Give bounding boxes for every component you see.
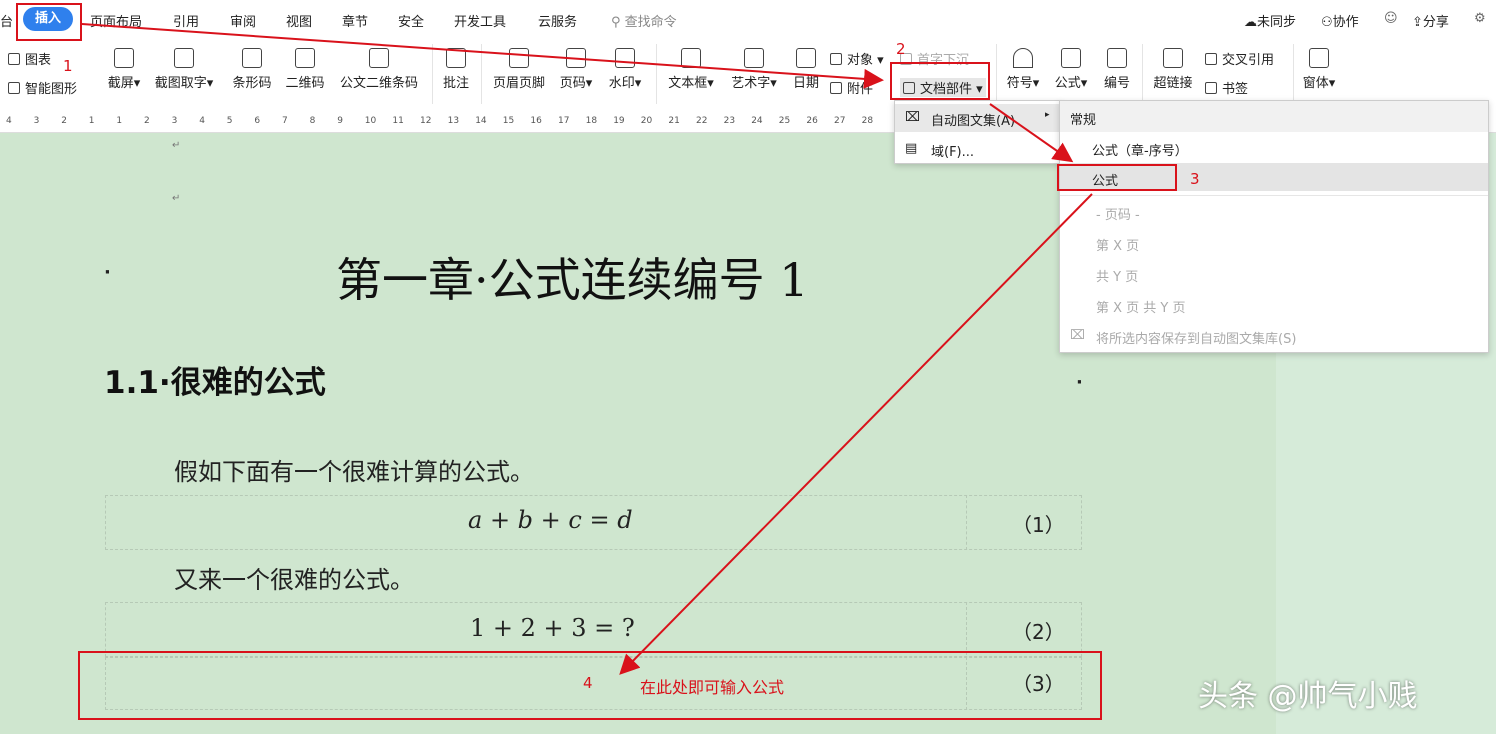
arrow-2-to-3 (989, 103, 1074, 163)
arrow-3-to-4 (619, 193, 1093, 675)
arrow-1-to-2 (81, 23, 884, 89)
annotation-arrows (81, 23, 1093, 675)
watermark-text: 头条 @帅气小贱 (1198, 679, 1418, 714)
